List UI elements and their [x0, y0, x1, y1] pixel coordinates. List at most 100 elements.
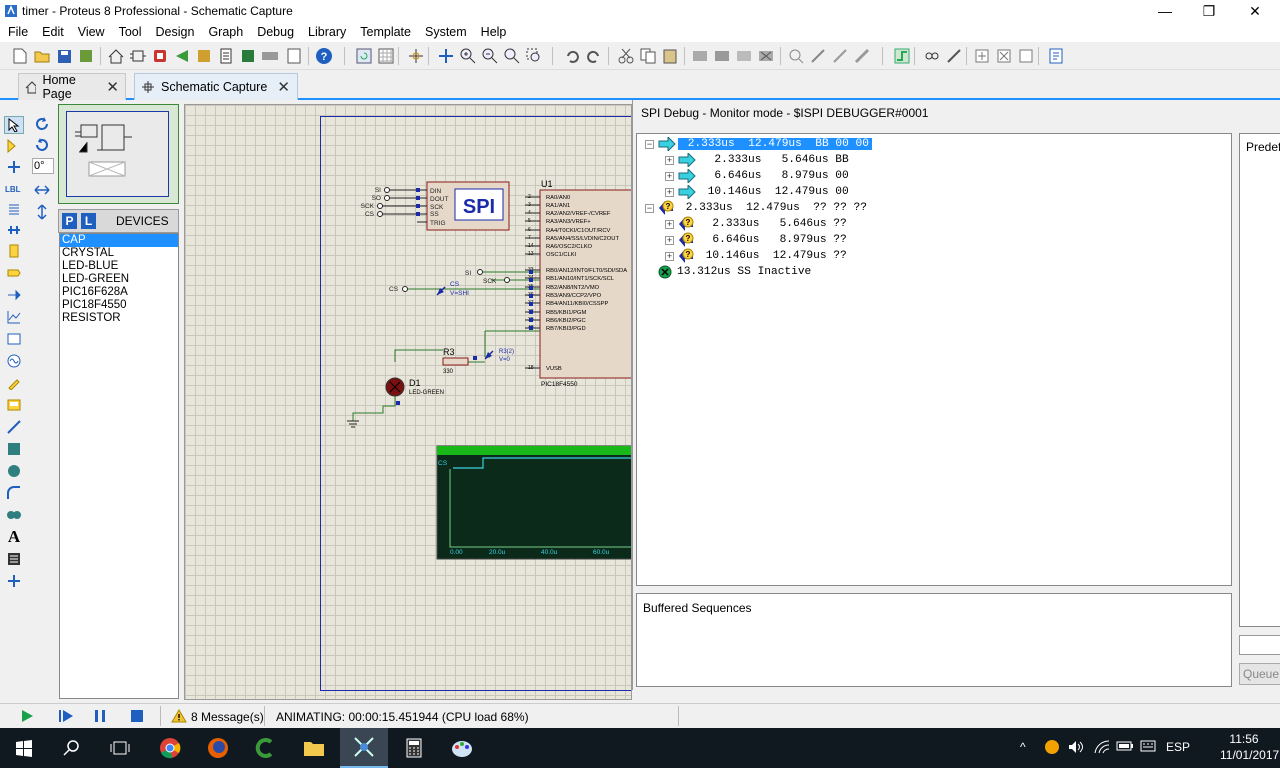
proteus-taskbar-icon[interactable] — [340, 728, 388, 768]
menu-view[interactable]: View — [71, 22, 112, 39]
list-item[interactable]: CRYSTAL — [60, 247, 178, 260]
menu-template[interactable]: Template — [353, 22, 418, 39]
active-popup-mode-icon[interactable] — [4, 330, 24, 348]
search-tag-icon[interactable] — [922, 46, 942, 66]
circle-mode-icon[interactable] — [4, 462, 24, 480]
overview-window[interactable] — [58, 104, 179, 204]
wire-label-mode-icon[interactable]: LBL — [4, 179, 24, 197]
source-code-icon[interactable] — [284, 46, 304, 66]
device-pins-mode-icon[interactable] — [4, 286, 24, 304]
tree-row[interactable]: + 2.333us 5.646us BB — [665, 152, 852, 168]
list-item[interactable]: PIC16F628A — [60, 286, 178, 299]
wire-autorouter-icon[interactable] — [892, 46, 912, 66]
warning-icon[interactable] — [171, 709, 187, 726]
arc-mode-icon[interactable] — [4, 484, 24, 502]
block-delete-icon[interactable] — [756, 46, 776, 66]
firefox-icon[interactable] — [194, 728, 242, 768]
tab-schematic-close-icon[interactable]: ✕ — [277, 78, 290, 96]
expand-icon[interactable]: + — [665, 171, 674, 181]
decompose-icon[interactable] — [852, 46, 872, 66]
rotate-clockwise-icon[interactable] — [34, 116, 50, 135]
save-icon[interactable] — [54, 46, 74, 66]
mirror-horizontal-icon[interactable] — [34, 184, 50, 199]
import-icon[interactable] — [76, 46, 96, 66]
expand-icon[interactable]: + — [665, 219, 674, 229]
vsm-studio-icon[interactable] — [260, 46, 280, 66]
exit-to-parent-icon[interactable] — [1016, 46, 1036, 66]
new-sheet-icon[interactable] — [972, 46, 992, 66]
tree-row[interactable]: +? 10.146us 12.479us ?? — [665, 248, 850, 264]
home-tool-icon[interactable] — [106, 46, 126, 66]
zoom-area-icon[interactable] — [524, 46, 544, 66]
expand-icon[interactable]: + — [665, 155, 674, 165]
list-item[interactable]: CAP — [60, 234, 178, 247]
expand-icon[interactable]: + — [665, 235, 674, 245]
battery-icon[interactable] — [1116, 740, 1134, 755]
symbol-mode-icon[interactable] — [4, 550, 24, 568]
cut-icon[interactable] — [616, 46, 636, 66]
rotation-angle-input[interactable] — [32, 158, 54, 174]
menu-design[interactable]: Design — [149, 22, 202, 39]
tree-row[interactable]: +? 2.333us 5.646us ?? — [665, 216, 850, 232]
expand-icon[interactable]: + — [665, 187, 674, 197]
selection-mode-icon[interactable] — [4, 116, 24, 134]
new-file-icon[interactable] — [10, 46, 30, 66]
help-icon[interactable]: ? — [314, 46, 334, 66]
tree-row[interactable]: + 6.646us 8.979us 00 — [665, 168, 852, 184]
tab-schematic-capture[interactable]: Schematic Capture ✕ — [134, 73, 298, 100]
expand-icon[interactable]: + — [665, 251, 674, 261]
camtasia-icon[interactable] — [242, 728, 290, 768]
menu-system[interactable]: System — [418, 22, 474, 39]
make-device-icon[interactable] — [808, 46, 828, 66]
device-list[interactable]: CAP CRYSTAL LED-BLUE LED-GREEN PIC16F628… — [59, 233, 179, 699]
close-button[interactable]: ✕ — [1232, 0, 1278, 22]
list-item[interactable]: PIC18F4550 — [60, 299, 178, 312]
buffered-sequences-panel[interactable]: Buffered Sequences — [636, 593, 1232, 687]
schematic-tool-icon[interactable] — [128, 46, 148, 66]
block-move-icon[interactable] — [712, 46, 732, 66]
menu-edit[interactable]: Edit — [35, 22, 71, 39]
tab-home-page[interactable]: Home Page ✕ — [18, 73, 126, 101]
menu-file[interactable]: File — [0, 22, 35, 39]
minimize-button[interactable]: — — [1142, 0, 1188, 22]
search-icon[interactable] — [48, 728, 96, 768]
predefined-sequences-panel[interactable]: Predef — [1239, 133, 1280, 627]
generator-mode-icon[interactable] — [4, 352, 24, 370]
menu-library[interactable]: Library — [301, 22, 353, 39]
menu-help[interactable]: Help — [474, 22, 514, 39]
zoom-in-icon[interactable] — [458, 46, 478, 66]
paste-icon[interactable] — [660, 46, 680, 66]
message-count[interactable]: 8 Message(s) — [191, 710, 264, 724]
rotate-anticlockwise-icon[interactable] — [34, 137, 50, 156]
3d-view-icon[interactable] — [172, 46, 192, 66]
calculator-icon[interactable] — [390, 728, 438, 768]
pick-device-icon[interactable] — [786, 46, 806, 66]
chrome-icon[interactable] — [146, 728, 194, 768]
volume-icon[interactable] — [1068, 740, 1084, 757]
tree-row[interactable]: 13.312us SS Inactive — [645, 264, 814, 280]
subcircuit-mode-icon[interactable] — [4, 242, 24, 260]
text-mode-icon[interactable]: A — [4, 527, 24, 546]
junction-mode-icon[interactable] — [4, 158, 24, 176]
tree-row[interactable]: − 2.333us 12.479us BB 00 00 — [645, 136, 872, 152]
collapse-icon[interactable]: − — [645, 203, 654, 213]
menu-graph[interactable]: Graph — [201, 22, 250, 39]
tree-row[interactable]: + 10.146us 12.479us 00 — [665, 184, 852, 200]
redo-icon[interactable] — [584, 46, 604, 66]
tab-home-close-icon[interactable]: ✕ — [106, 78, 119, 96]
block-copy-icon[interactable] — [690, 46, 710, 66]
pause-icon[interactable] — [94, 709, 106, 726]
refresh-icon[interactable] — [354, 46, 374, 66]
zoom-all-icon[interactable] — [502, 46, 522, 66]
step-icon[interactable] — [58, 709, 74, 726]
tree-row[interactable]: −? 2.333us 12.479us ?? ?? ?? — [645, 200, 870, 216]
menu-debug[interactable]: Debug — [250, 22, 301, 39]
mirror-vertical-icon[interactable] — [36, 204, 48, 223]
zoom-out-icon[interactable] — [480, 46, 500, 66]
property-assignment-icon[interactable] — [944, 46, 964, 66]
list-item[interactable]: RESISTOR — [60, 312, 178, 325]
virtual-instruments-mode-icon[interactable] — [4, 396, 24, 414]
menu-tool[interactable]: Tool — [112, 22, 149, 39]
list-item[interactable]: LED-GREEN — [60, 273, 178, 286]
tray-app-icon[interactable] — [1044, 739, 1060, 758]
